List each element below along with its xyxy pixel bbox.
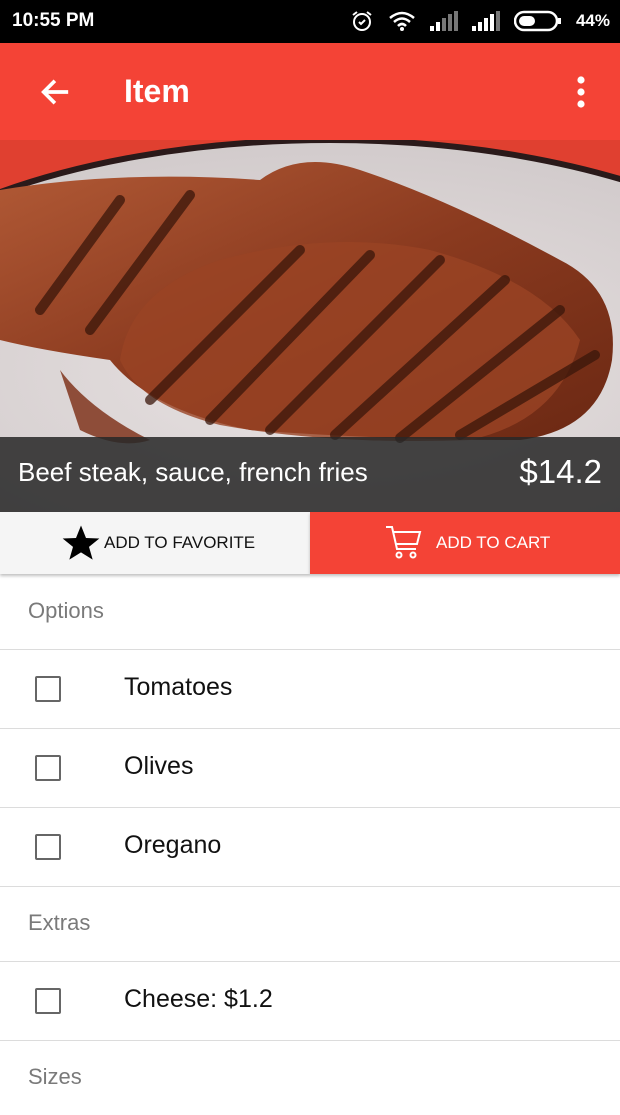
sizes-section-header: Sizes bbox=[0, 1040, 620, 1115]
add-to-cart-label: ADD TO CART bbox=[436, 533, 551, 552]
add-to-favorite-button[interactable]: ADD TO FAVORITE bbox=[0, 512, 310, 574]
option-row-cheese[interactable]: Cheese: $1.2 bbox=[0, 961, 620, 1041]
star-icon bbox=[62, 525, 100, 560]
battery-percent: 44% bbox=[575, 11, 610, 30]
wifi-icon bbox=[389, 11, 415, 31]
section-title: Sizes bbox=[28, 1064, 82, 1089]
checkbox[interactable] bbox=[35, 755, 61, 781]
option-row-tomatoes[interactable]: Tomatoes bbox=[0, 649, 620, 729]
status-time: 10:55 PM bbox=[12, 10, 95, 31]
section-title: Extras bbox=[28, 910, 91, 935]
more-vert-icon[interactable] bbox=[570, 73, 592, 113]
arrow-left-icon[interactable] bbox=[38, 75, 72, 109]
item-caption: Beef steak, sauce, french fries $14.2 bbox=[0, 437, 620, 512]
item-price: $14.2 bbox=[519, 453, 602, 490]
page-title: Item bbox=[124, 73, 190, 109]
options-section-header: Options bbox=[0, 574, 620, 650]
app-bar: Item bbox=[0, 43, 620, 140]
extras-section-header: Extras bbox=[0, 886, 620, 962]
option-label: Oregano bbox=[124, 831, 222, 859]
option-label: Olives bbox=[124, 752, 194, 780]
checkbox[interactable] bbox=[35, 988, 61, 1014]
checkbox[interactable] bbox=[35, 676, 61, 702]
status-bar: 10:55 PM 44% bbox=[0, 0, 620, 43]
section-title: Options bbox=[28, 598, 104, 623]
item-name: Beef steak, sauce, french fries bbox=[18, 457, 368, 487]
signal-icon bbox=[429, 11, 458, 31]
add-to-cart-button[interactable]: ADD TO CART bbox=[310, 512, 620, 574]
signal-icon bbox=[471, 11, 500, 31]
status-icons: 44% bbox=[350, 9, 610, 33]
cart-icon bbox=[386, 526, 422, 559]
add-to-favorite-label: ADD TO FAVORITE bbox=[104, 533, 256, 552]
alarm-icon bbox=[352, 11, 372, 31]
option-label: Cheese: $1.2 bbox=[124, 985, 273, 1013]
option-label: Tomatoes bbox=[124, 673, 233, 701]
checkbox[interactable] bbox=[35, 834, 61, 860]
action-bar: ADD TO FAVORITE ADD TO CART bbox=[0, 512, 620, 574]
option-row-olives[interactable]: Olives bbox=[0, 728, 620, 808]
battery-icon bbox=[513, 10, 561, 32]
option-row-oregano[interactable]: Oregano bbox=[0, 807, 620, 887]
